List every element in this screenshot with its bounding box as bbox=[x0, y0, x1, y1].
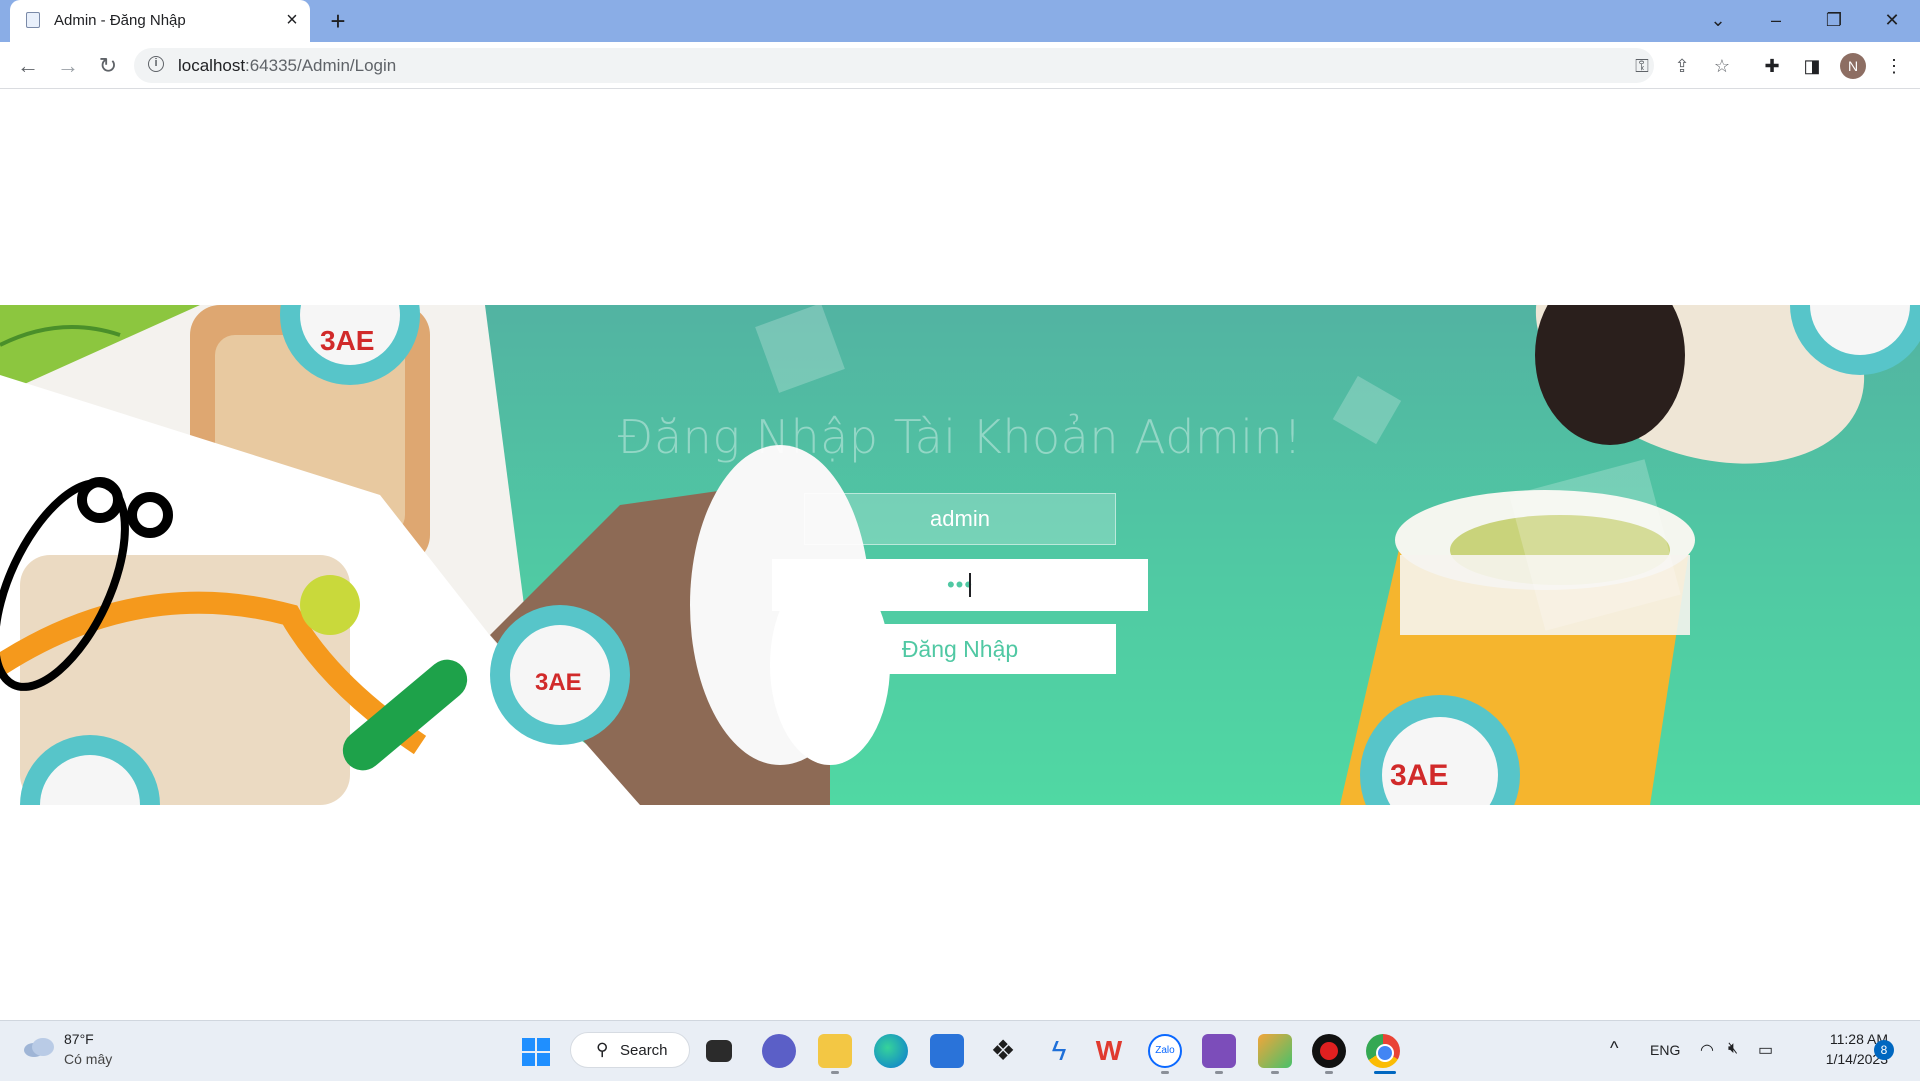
page-favicon-icon bbox=[26, 12, 40, 28]
running-indicator bbox=[831, 1071, 839, 1074]
side-panel-icon[interactable]: ◨ bbox=[1798, 52, 1826, 80]
svg-text:3AE: 3AE bbox=[320, 325, 374, 356]
visual-studio-icon[interactable] bbox=[1202, 1034, 1236, 1068]
screen-recorder-icon[interactable] bbox=[1312, 1034, 1346, 1068]
file-explorer-icon[interactable] bbox=[818, 1034, 852, 1068]
input-language[interactable]: ENG bbox=[1650, 1042, 1680, 1058]
more-menu-icon[interactable]: ⋮ bbox=[1880, 52, 1908, 80]
site-info-icon[interactable]: i bbox=[148, 56, 164, 72]
wifi-icon[interactable]: ◠ bbox=[1700, 1040, 1714, 1060]
cloud-weather-icon[interactable] bbox=[22, 1036, 56, 1058]
running-indicator bbox=[1161, 1071, 1169, 1074]
active-app-indicator bbox=[1374, 1071, 1396, 1074]
running-indicator bbox=[1271, 1071, 1279, 1074]
minimize-button[interactable]: – bbox=[1754, 4, 1798, 36]
tab-search-icon[interactable]: ⌄ bbox=[1696, 4, 1740, 36]
edge-icon[interactable] bbox=[874, 1034, 908, 1068]
login-button[interactable]: Đăng Nhập bbox=[804, 624, 1116, 674]
page-title: Đăng Nhập Tài Khoản Admin! bbox=[617, 410, 1303, 464]
battery-icon[interactable]: ▭ bbox=[1758, 1040, 1773, 1060]
chrome-icon[interactable] bbox=[1366, 1034, 1400, 1068]
extensions-icon[interactable]: ✚ bbox=[1758, 52, 1786, 80]
url-path: :64335/Admin/Login bbox=[245, 56, 397, 75]
share-icon[interactable]: ⇪ bbox=[1670, 54, 1694, 78]
svg-text:3AE: 3AE bbox=[1390, 759, 1448, 792]
running-indicator bbox=[1215, 1071, 1223, 1074]
text-caret bbox=[969, 573, 971, 597]
wps-office-icon[interactable]: W bbox=[1092, 1034, 1126, 1068]
running-indicator bbox=[1325, 1071, 1333, 1074]
url-host: localhost bbox=[178, 56, 246, 75]
dropbox-icon[interactable]: ❖ bbox=[986, 1034, 1020, 1068]
weather-description[interactable]: Có mây bbox=[64, 1051, 112, 1067]
new-tab-button[interactable]: + bbox=[324, 7, 352, 35]
task-view-icon[interactable] bbox=[706, 1040, 732, 1062]
username-input[interactable] bbox=[804, 493, 1116, 545]
password-key-icon[interactable]: ⚿ bbox=[1630, 54, 1654, 78]
tab-title: Admin - Đăng Nhập bbox=[54, 12, 186, 29]
back-button[interactable]: ← bbox=[12, 50, 44, 82]
login-banner: 3AE 3AE 3AE Đăng Nhập Tài Khoản Admin! a… bbox=[0, 305, 1920, 805]
speaker-muted-icon[interactable]: 🔇︎ bbox=[1728, 1040, 1738, 1058]
profile-avatar[interactable]: N bbox=[1840, 53, 1866, 79]
browser-tab[interactable]: Admin - Đăng Nhập × bbox=[10, 0, 310, 42]
weather-temperature[interactable]: 87°F bbox=[64, 1031, 94, 1047]
restore-button[interactable]: ❐ bbox=[1812, 4, 1856, 36]
vscode-icon[interactable]: ϟ bbox=[1042, 1034, 1076, 1068]
reload-button[interactable]: ↻ bbox=[92, 50, 124, 82]
tab-close-icon[interactable]: × bbox=[280, 8, 304, 32]
password-mask: ••• bbox=[946, 572, 974, 597]
taskbar-search-label: Search bbox=[620, 1042, 668, 1059]
microsoft-store-icon[interactable] bbox=[930, 1034, 964, 1068]
zalo-icon[interactable]: Zalo bbox=[1148, 1034, 1182, 1068]
notification-badge[interactable]: 8 bbox=[1874, 1040, 1894, 1060]
snipping-tool-icon[interactable] bbox=[1258, 1034, 1292, 1068]
start-icon[interactable] bbox=[522, 1038, 550, 1066]
forward-button[interactable]: → bbox=[52, 50, 84, 82]
bookmark-star-icon[interactable]: ☆ bbox=[1710, 54, 1734, 78]
close-window-button[interactable]: ✕ bbox=[1870, 4, 1914, 36]
password-input[interactable]: ••• bbox=[772, 559, 1148, 611]
svg-text:3AE: 3AE bbox=[535, 669, 582, 696]
teams-chat-icon[interactable] bbox=[762, 1034, 796, 1068]
search-icon: ⚲ bbox=[596, 1040, 609, 1059]
show-hidden-icons-icon[interactable]: ^ bbox=[1610, 1038, 1618, 1059]
